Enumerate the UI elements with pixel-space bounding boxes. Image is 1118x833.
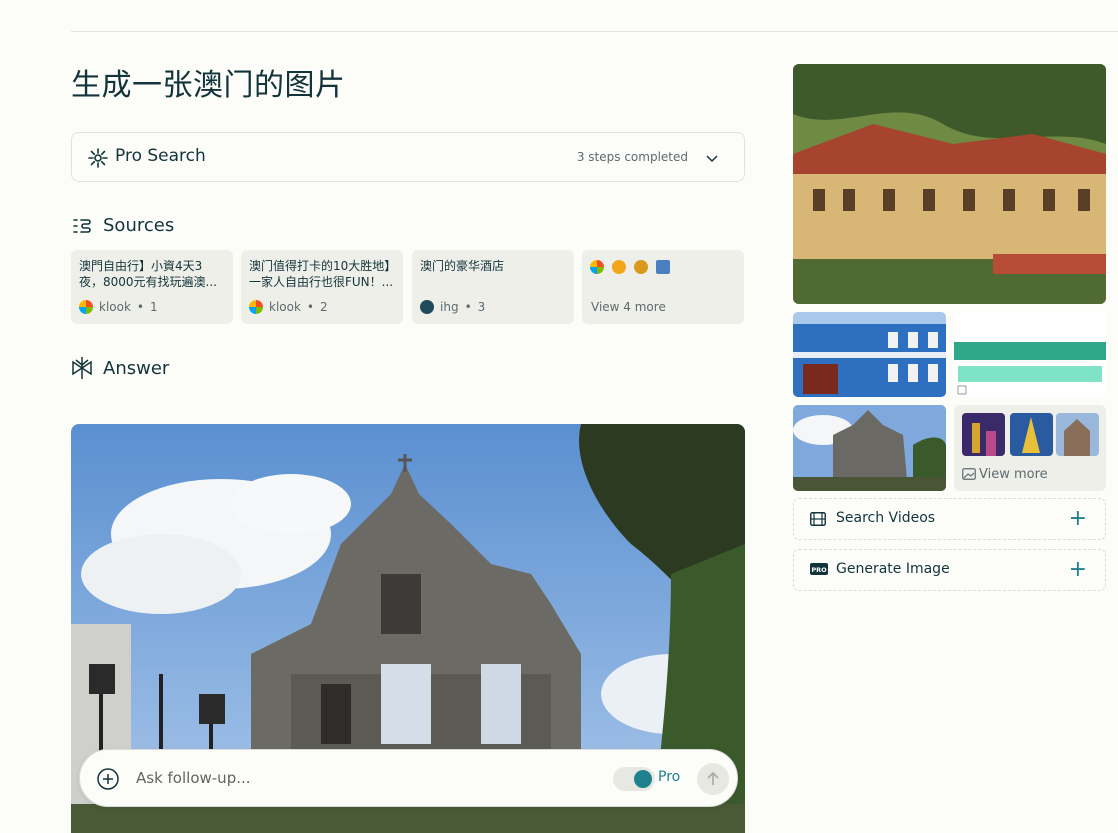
meta-separator: • bbox=[464, 300, 472, 314]
source-favicons bbox=[590, 260, 736, 274]
image-portuguese-villa[interactable] bbox=[793, 64, 1106, 304]
phone-screenshot bbox=[954, 312, 1106, 397]
pro-search-icon bbox=[88, 148, 108, 168]
chevron-down-icon[interactable] bbox=[704, 150, 720, 166]
send-button[interactable] bbox=[697, 763, 729, 795]
source-card-2[interactable]: 澳门值得打卡的10大胜地】一家人自由行也很FUN！... klook • 2 bbox=[241, 250, 403, 324]
villa-photo bbox=[793, 64, 1106, 304]
pro-search-panel[interactable]: Pro Search 3 steps completed bbox=[71, 132, 745, 182]
source-index: 1 bbox=[150, 300, 158, 314]
answer-logo-icon bbox=[72, 357, 92, 379]
generate-image-label: Generate Image bbox=[836, 561, 950, 577]
source-card-3[interactable]: 澳门的豪华酒店 ihg • 3 bbox=[412, 250, 574, 324]
generate-image-button[interactable]: PRO Generate Image + bbox=[793, 549, 1106, 591]
search-videos-label: Search Videos bbox=[836, 510, 936, 526]
answer-heading: Answer bbox=[71, 356, 169, 380]
plus-icon: + bbox=[1068, 557, 1087, 582]
meta-separator: • bbox=[136, 300, 144, 314]
ihg-icon bbox=[420, 300, 434, 314]
sources-icon bbox=[73, 218, 91, 233]
source-index: 3 bbox=[477, 300, 486, 314]
source-card-1[interactable]: 澳門自由行】小資4天3夜，8000元有找玩遍澳... klook • 1 bbox=[71, 250, 233, 324]
view-more-label: View 4 more bbox=[591, 300, 666, 314]
image-blue-building[interactable] bbox=[793, 312, 946, 397]
source-index: 2 bbox=[320, 300, 328, 314]
svg-text:PRO: PRO bbox=[811, 566, 827, 574]
ruins-photo bbox=[1056, 413, 1099, 456]
klook-icon bbox=[249, 300, 263, 314]
site-icon bbox=[656, 260, 670, 274]
klook-icon bbox=[79, 300, 93, 314]
sources-label: Sources bbox=[103, 215, 175, 236]
answer-label: Answer bbox=[103, 357, 170, 379]
blue-building-photo bbox=[793, 312, 946, 397]
source-title: 澳門自由行】小資4天3夜，8000元有找玩遍澳... bbox=[79, 259, 217, 289]
pro-toggle-label: Pro bbox=[658, 769, 681, 785]
top-divider bbox=[71, 31, 1118, 32]
view-more-images[interactable]: View more bbox=[954, 405, 1106, 491]
source-meta: klook • 1 bbox=[79, 300, 158, 314]
pro-badge-icon: PRO bbox=[810, 563, 828, 575]
view-more-sources[interactable]: View 4 more bbox=[582, 250, 744, 324]
thumb-ruins bbox=[1056, 413, 1099, 456]
pro-toggle[interactable] bbox=[613, 767, 655, 791]
follow-up-bar: Pro bbox=[79, 749, 738, 807]
meta-separator: • bbox=[306, 300, 314, 314]
source-site: ihg bbox=[440, 300, 459, 314]
lisboa-tower-photo bbox=[1010, 413, 1053, 456]
arrow-up-icon bbox=[707, 771, 719, 785]
page-title: 生成一张澳门的图片 bbox=[71, 68, 346, 103]
ruins-thumbnail-photo bbox=[793, 405, 946, 491]
thumb-lisboa-tower bbox=[1010, 413, 1053, 456]
toggle-knob bbox=[634, 770, 652, 788]
source-title: 澳门值得打卡的10大胜地】一家人自由行也很FUN！... bbox=[249, 259, 394, 289]
search-videos-button[interactable]: Search Videos + bbox=[793, 498, 1106, 540]
view-more-label: View more bbox=[979, 467, 1048, 482]
source-title: 澳门的豪华酒店 bbox=[420, 259, 505, 273]
site-icon bbox=[612, 260, 626, 274]
klook-icon bbox=[590, 260, 604, 274]
source-site: klook bbox=[99, 300, 131, 314]
sources-heading: Sources bbox=[71, 215, 174, 236]
image-ruins-thumbnail[interactable] bbox=[793, 405, 946, 491]
pro-search-label: Pro Search bbox=[115, 146, 206, 166]
image-icon bbox=[962, 468, 976, 480]
plus-icon: + bbox=[1068, 506, 1087, 531]
source-site: klook bbox=[269, 300, 301, 314]
image-health-declaration-screenshot[interactable] bbox=[954, 312, 1106, 397]
add-attachment-icon[interactable] bbox=[96, 767, 120, 791]
site-icon bbox=[634, 260, 648, 274]
source-meta: ihg • 3 bbox=[420, 300, 485, 314]
night-skyline-photo bbox=[962, 413, 1005, 456]
source-meta: klook • 2 bbox=[249, 300, 328, 314]
thumb-night-skyline bbox=[962, 413, 1005, 456]
follow-up-input[interactable] bbox=[136, 767, 556, 789]
steps-status: 3 steps completed bbox=[576, 150, 688, 164]
film-icon bbox=[810, 512, 826, 526]
